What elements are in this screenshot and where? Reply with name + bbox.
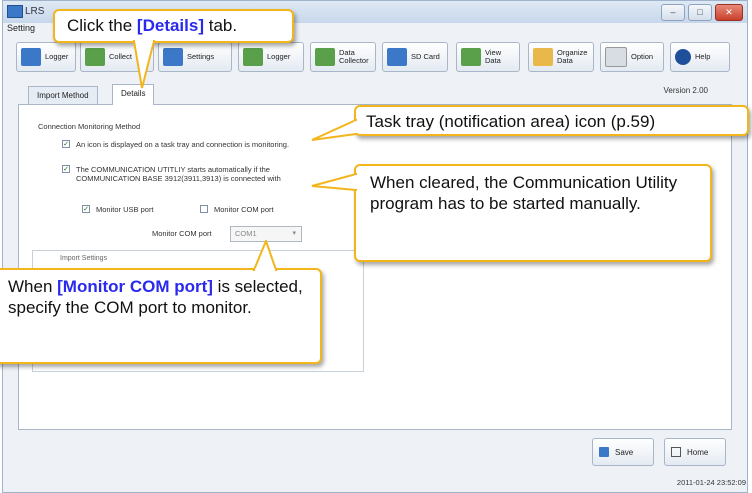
option-icon <box>605 47 627 67</box>
toolbar-button-sd-card[interactable]: SD Card <box>382 42 448 72</box>
settings-icon <box>163 48 183 66</box>
maximize-button[interactable]: □ <box>688 4 712 21</box>
callout-pointer-cleared <box>311 172 358 192</box>
collect-icon <box>85 48 105 66</box>
callout-cleared: When cleared, the Communication Utility … <box>354 164 712 262</box>
logger-icon <box>243 48 263 66</box>
toolbar-button-organize-data[interactable]: Organize Data <box>528 42 594 72</box>
task-tray-icon-checkbox[interactable]: ✓ <box>62 140 70 148</box>
toolbar-button-option[interactable]: Option <box>600 42 664 72</box>
monitor-usb-checkbox[interactable]: ✓ <box>82 205 90 213</box>
version-label: Version 2.00 <box>663 86 708 95</box>
app-icon <box>7 5 23 18</box>
save-button[interactable]: Save <box>592 438 654 466</box>
tab-import-method[interactable]: Import Method <box>28 86 98 104</box>
auto-start-label-1: The COMMUNICATION UTITLIY starts automat… <box>76 165 270 174</box>
monitor-com-label: Monitor COM port <box>214 205 274 214</box>
monitor-usb-label: Monitor USB port <box>96 205 154 214</box>
section-title: Connection Monitoring Method <box>38 122 141 131</box>
group-label: Import Settings <box>60 255 108 262</box>
organize-data-icon <box>533 48 553 66</box>
callout-pointer-monitor-com <box>252 240 278 272</box>
timestamp: 2011-01-24 23:52:09 <box>676 478 746 487</box>
task-tray-icon-label: An icon is displayed on a task tray and … <box>76 140 290 149</box>
home-icon <box>671 447 681 457</box>
toolbar-button-view-data[interactable]: View Data <box>456 42 520 72</box>
menu-setting[interactable]: Setting <box>7 23 35 33</box>
callout-pointer-task-tray <box>311 118 358 141</box>
view-data-icon <box>461 48 481 66</box>
minimize-button[interactable]: – <box>661 4 685 21</box>
com-port-label: Monitor COM port <box>152 229 212 238</box>
callout-pointer-details <box>132 40 156 89</box>
data-collector-icon <box>315 48 335 66</box>
logger-icon <box>21 48 41 66</box>
chevron-down-icon: ▾ <box>292 230 296 237</box>
toolbar-button-help[interactable]: Help <box>670 42 730 72</box>
window-title: LRS <box>25 6 45 17</box>
callout-task-tray: Task tray (notification area) icon (p.59… <box>354 105 749 136</box>
auto-start-label-2: COMMUNICATION BASE 3912(3911,3913) is co… <box>76 174 281 183</box>
com-port-value: COM1 <box>235 229 257 238</box>
window-controls: – □ ✕ <box>661 4 743 21</box>
toolbar-button-data-collector[interactable]: Data Collector <box>310 42 376 72</box>
toolbar-button-logger-2[interactable]: Logger <box>238 42 304 72</box>
home-button[interactable]: Home <box>664 438 726 466</box>
close-button[interactable]: ✕ <box>715 4 743 21</box>
toolbar-button-logger[interactable]: Logger <box>16 42 76 72</box>
callout-details-tab: Click the [Details] tab. <box>53 9 294 43</box>
toolbar-button-settings[interactable]: Settings <box>158 42 232 72</box>
help-icon <box>675 49 691 65</box>
save-icon <box>599 447 609 457</box>
sd-card-icon <box>387 48 407 66</box>
auto-start-checkbox[interactable]: ✓ <box>62 165 70 173</box>
callout-monitor-com: When [Monitor COM port] is selected, spe… <box>0 268 322 364</box>
monitor-com-checkbox[interactable] <box>200 205 208 213</box>
